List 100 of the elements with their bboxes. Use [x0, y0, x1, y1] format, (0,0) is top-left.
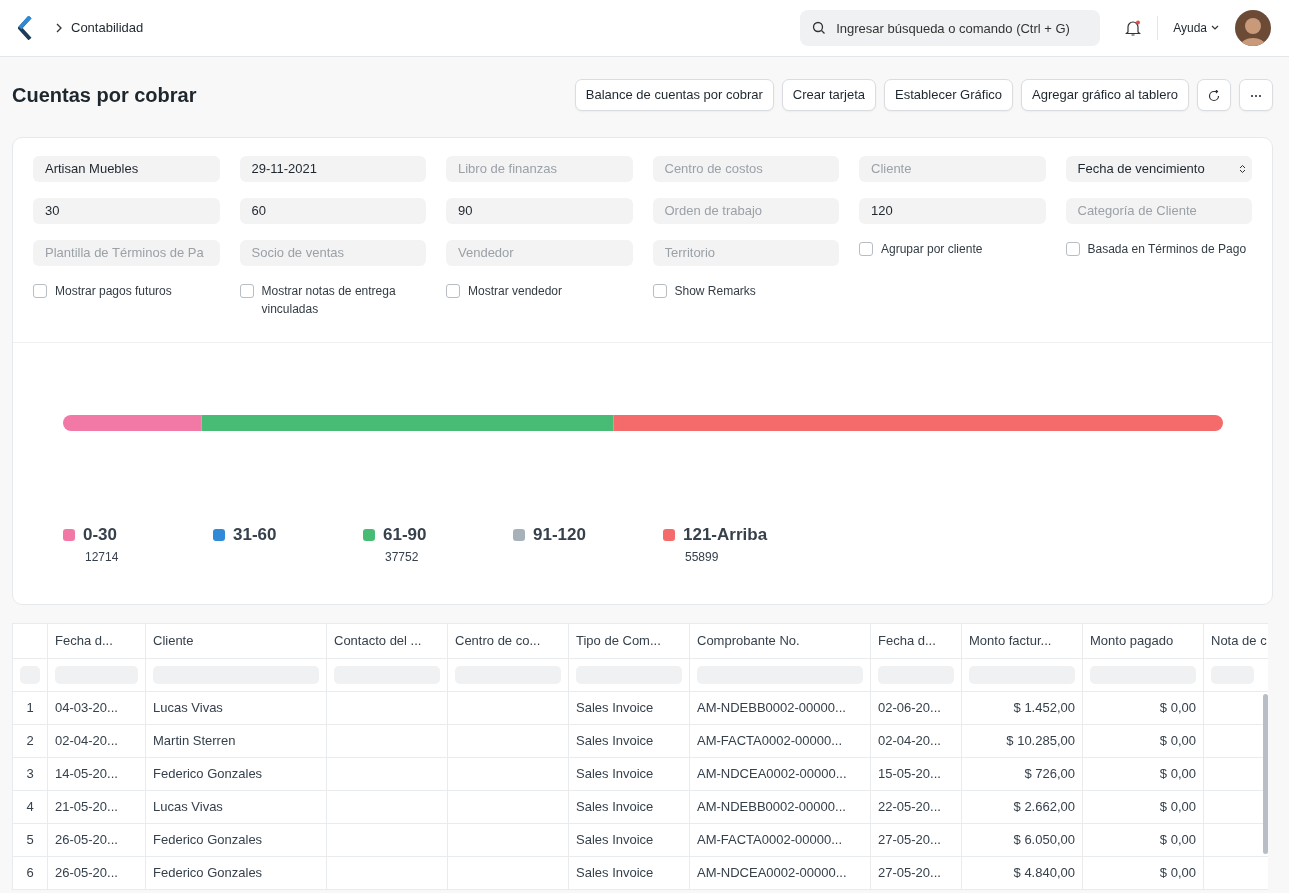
table-cell: Federico Gonzales — [145, 823, 327, 856]
filter-field[interactable]: Socio de ventas — [239, 239, 426, 266]
filter-field[interactable]: Territorio — [652, 239, 839, 266]
table-cell: Federico Gonzales — [145, 856, 327, 889]
filter-field[interactable]: 29-11-2021 — [239, 155, 426, 182]
filter-field[interactable]: Libro de finanzas — [446, 155, 633, 182]
filter-field[interactable]: Cliente — [859, 155, 1046, 182]
legend-label: 91-120 — [533, 524, 586, 546]
table-cell: $ 4.840,00 — [961, 856, 1083, 889]
help-dropdown[interactable]: Ayuda — [1173, 19, 1219, 37]
checkbox[interactable] — [1065, 241, 1080, 256]
search-field[interactable]: Ingresar búsqueda o comando (Ctrl + G) — [800, 10, 1101, 46]
table-cell: 02-06-20... — [870, 691, 962, 724]
table-cell: 22-05-20... — [870, 790, 962, 823]
search-icon — [812, 21, 827, 35]
table-cell: $ 0,00 — [1082, 691, 1204, 724]
table-cell: $ 0,00 — [1082, 856, 1204, 889]
table-cell: 27-05-20... — [870, 856, 962, 889]
toolbar-button[interactable]: Agregar gráfico al tablero — [1021, 79, 1189, 111]
chevron-icon — [56, 23, 63, 33]
table-cell: 27-05-20... — [870, 823, 962, 856]
column-header[interactable]: Tipo de Com... — [568, 623, 690, 658]
filter-field[interactable]: 60 — [239, 197, 426, 224]
table-cell: AM-NDCEA0002-00000... — [689, 757, 871, 790]
legend-label: 0-30 — [83, 524, 118, 546]
table-cell: $ 726,00 — [961, 757, 1083, 790]
filter-field[interactable]: 90 — [446, 197, 633, 224]
breadcrumb-link[interactable]: Contabilidad — [71, 18, 144, 38]
checkbox-label: Show Remarks — [674, 282, 756, 300]
row-number: 6 — [12, 856, 48, 889]
legend-label: 31-60 — [233, 524, 277, 546]
table-cell: 02-04-20... — [47, 724, 146, 757]
avatar[interactable] — [1235, 10, 1271, 46]
logo-icon[interactable] — [18, 16, 32, 40]
row-number: 1 — [12, 691, 48, 724]
scrollbar[interactable] — [1263, 693, 1268, 854]
filter-field[interactable]: Categoría de Cliente — [1065, 197, 1252, 224]
column-header[interactable]: Monto factur... — [961, 623, 1083, 658]
table-cell: AM-NDEBB0002-00000... — [689, 790, 871, 823]
checkbox-label: Mostrar pagos futuros — [55, 282, 172, 300]
table-cell: AM-NDEBB0002-00000... — [689, 691, 871, 724]
checkbox-label: Basada en Términos de Pago — [1087, 240, 1247, 258]
table-cell: 21-05-20... — [47, 790, 146, 823]
table-cell: Sales Invoice — [568, 856, 690, 889]
column-header[interactable]: Centro de co... — [447, 623, 569, 658]
table-cell: $ 6.050,00 — [961, 823, 1083, 856]
filter-field[interactable]: Plantilla de Términos de Pa — [33, 239, 220, 266]
table-cell: $ 0,00 — [1082, 757, 1204, 790]
column-header[interactable]: Comprobante No. — [689, 623, 871, 658]
refresh-button[interactable] — [1197, 79, 1231, 111]
table-cell: Sales Invoice — [568, 691, 690, 724]
toolbar-button[interactable]: Crear tarjeta — [781, 79, 877, 111]
checkbox-label: Mostrar notas de entrega vinculadas — [261, 282, 397, 318]
checkbox[interactable] — [239, 283, 254, 298]
table-cell: $ 10.285,00 — [961, 724, 1083, 757]
more-button[interactable] — [1239, 79, 1273, 111]
table-cell: AM-NDCEA0002-00000... — [689, 856, 871, 889]
filter-field[interactable]: 30 — [33, 197, 220, 224]
column-header[interactable]: Monto pagado — [1082, 623, 1204, 658]
caret-icon — [1211, 25, 1219, 31]
table-cell: Lucas Vivas — [145, 691, 327, 724]
filter-field[interactable]: Artisan Muebles — [33, 155, 220, 182]
table-cell: Sales Invoice — [568, 790, 690, 823]
filter-field[interactable]: 120 — [859, 197, 1046, 224]
table-cell: $ 0,00 — [1082, 823, 1204, 856]
filter-select[interactable]: Fecha de vencimiento — [1065, 155, 1252, 182]
column-header[interactable]: Fecha d... — [870, 623, 962, 658]
checkbox[interactable] — [33, 283, 47, 298]
filter-field[interactable]: Centro de costos — [652, 155, 839, 182]
table-cell: 26-05-20... — [47, 823, 146, 856]
legend-label: 61-90 — [383, 524, 427, 546]
table-cell: 04-03-20... — [47, 691, 146, 724]
column-header[interactable]: Contacto del ... — [326, 623, 448, 658]
table-cell: Lucas Vivas — [145, 790, 327, 823]
table-cell: Sales Invoice — [568, 724, 690, 757]
checkbox[interactable] — [652, 283, 667, 298]
toolbar-button[interactable]: Establecer Gráfico — [884, 79, 1013, 111]
table-cell: 15-05-20... — [870, 757, 962, 790]
table-cell: 02-04-20... — [870, 724, 962, 757]
filter-field[interactable]: Vendedor — [446, 239, 633, 266]
row-number: 2 — [12, 724, 48, 757]
table-cell: $ 0,00 — [1082, 724, 1204, 757]
table-cell: Federico Gonzales — [145, 757, 327, 790]
table-cell: Sales Invoice — [568, 823, 690, 856]
toolbar-button[interactable]: Balance de cuentas por cobrar — [574, 79, 774, 111]
notification-bell-icon[interactable] — [1124, 19, 1143, 37]
row-number: 3 — [12, 757, 48, 790]
column-header[interactable]: Cliente — [145, 623, 327, 658]
checkbox[interactable] — [446, 283, 460, 298]
page-title: Cuentas por cobrar — [12, 82, 198, 107]
column-header[interactable]: Fecha d... — [47, 623, 146, 658]
table-cell: AM-FACTA0002-00000... — [689, 823, 871, 856]
table-cell: Martin Sterren — [145, 724, 327, 757]
table-cell: $ 0,00 — [1082, 790, 1204, 823]
filter-field[interactable]: Orden de trabajo — [652, 197, 839, 224]
checkbox[interactable] — [859, 241, 873, 256]
table-cell: $ 1.452,00 — [961, 691, 1083, 724]
column-header[interactable]: Nota de c — [1203, 623, 1268, 658]
row-number: 5 — [12, 823, 48, 856]
refresh-icon — [1208, 89, 1220, 102]
